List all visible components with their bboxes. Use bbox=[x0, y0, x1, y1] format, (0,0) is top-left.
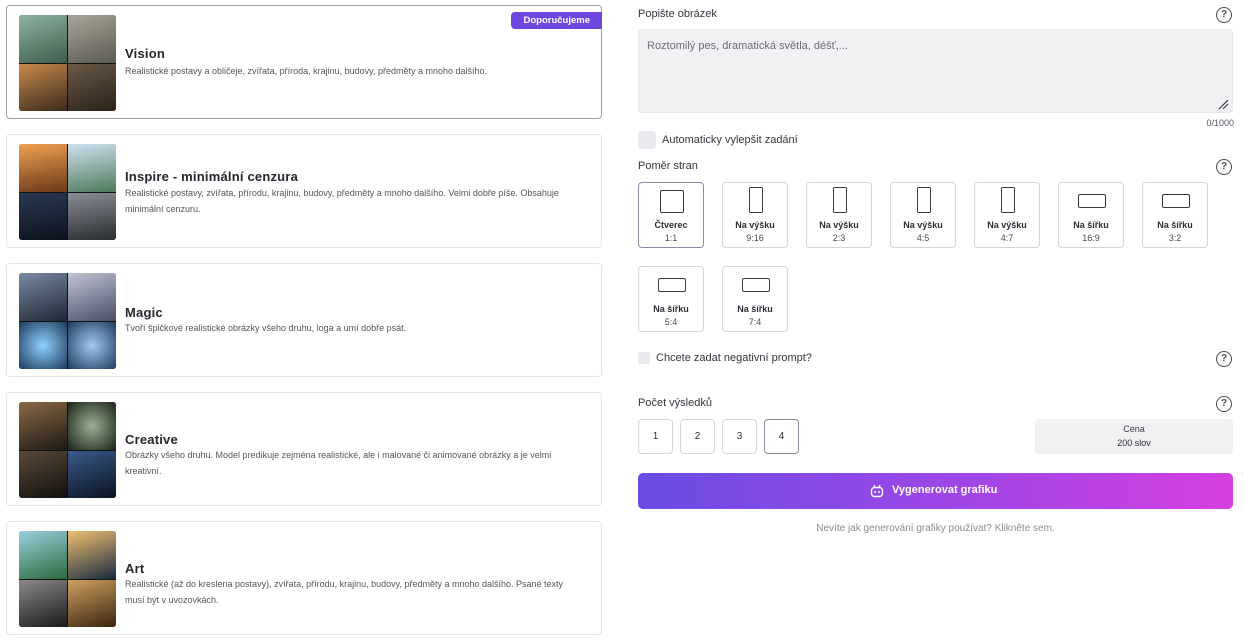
result-count-2[interactable]: 2 bbox=[680, 419, 715, 454]
ratio-value: 4:5 bbox=[916, 233, 930, 243]
model-card-inspire[interactable]: Inspire - minimální cenzura Realistické … bbox=[6, 134, 602, 248]
results-label: Počet výsledků bbox=[638, 397, 712, 409]
results-help-icon[interactable]: ? bbox=[1216, 396, 1232, 412]
model-title: Magic bbox=[125, 305, 163, 320]
model-description: Obrázky všeho druhu. Model predikuje zej… bbox=[125, 450, 552, 476]
prompt-help-icon[interactable]: ? bbox=[1216, 7, 1232, 23]
prompt-input[interactable] bbox=[638, 29, 1233, 113]
ratio-value: 4:7 bbox=[1000, 233, 1014, 243]
ratio-value: 7:4 bbox=[748, 317, 762, 327]
model-title: Art bbox=[125, 561, 145, 576]
ratio-value: 9:16 bbox=[746, 233, 764, 243]
model-description: Realistické postavy a obličeje, zvířata,… bbox=[125, 66, 488, 76]
portrait-icon bbox=[749, 187, 763, 213]
auto-improve-checkbox[interactable] bbox=[638, 131, 656, 149]
character-counter: 0/1000 bbox=[1206, 118, 1234, 128]
price-label: Cena bbox=[1123, 424, 1145, 434]
model-title: Inspire - minimální cenzura bbox=[125, 169, 298, 184]
ratio-value: 2:3 bbox=[832, 233, 846, 243]
robot-icon bbox=[870, 484, 884, 498]
model-description: Tvoří špičkové realistické obrázky všeho… bbox=[125, 323, 407, 333]
ratio-option-7-4[interactable]: Na šířku 7:4 bbox=[722, 266, 788, 332]
ratio-value: 5:4 bbox=[664, 317, 678, 327]
model-title: Creative bbox=[125, 432, 178, 447]
landscape-icon bbox=[658, 278, 686, 292]
ratio-option-9-16[interactable]: Na výšku 9:16 bbox=[722, 182, 788, 248]
portrait-icon bbox=[917, 187, 931, 213]
ratio-value: 3:2 bbox=[1168, 233, 1182, 243]
ratio-option-4-7[interactable]: Na výšku 4:7 bbox=[974, 182, 1040, 248]
negative-prompt-checkbox[interactable] bbox=[638, 352, 650, 364]
ratio-value: 16:9 bbox=[1082, 233, 1100, 243]
landscape-icon bbox=[742, 278, 770, 292]
model-card-art[interactable]: Art Realistické (až do kreslena postavy)… bbox=[6, 521, 602, 635]
model-title: Vision bbox=[125, 46, 165, 61]
ratio-label: Poměr stran bbox=[638, 160, 698, 172]
square-icon bbox=[660, 190, 684, 213]
price-box: Cena 200 slov bbox=[1035, 419, 1233, 454]
ratio-option-2-3[interactable]: Na výšku 2:3 bbox=[806, 182, 872, 248]
ratio-option-16-9[interactable]: Na šířku 16:9 bbox=[1058, 182, 1124, 248]
prompt-label: Popište obrázek bbox=[638, 8, 717, 20]
portrait-icon bbox=[1001, 187, 1015, 213]
model-thumbnail bbox=[19, 402, 116, 498]
ratio-name: Čtverec bbox=[654, 220, 688, 230]
ratio-name: Na šířku bbox=[1073, 220, 1109, 230]
generate-button[interactable]: Vygenerovat grafiku bbox=[638, 473, 1233, 509]
model-card-vision[interactable]: Vision Realistické postavy a obličeje, z… bbox=[6, 5, 602, 119]
model-thumbnail bbox=[19, 144, 116, 240]
landscape-icon bbox=[1162, 194, 1190, 208]
result-count-4[interactable]: 4 bbox=[764, 419, 799, 454]
price-value: 200 slov bbox=[1117, 438, 1151, 448]
auto-improve-label: Automaticky vylepšit zadání bbox=[662, 134, 798, 146]
recommended-badge: Doporučujeme bbox=[511, 12, 602, 29]
ratio-name: Na výšku bbox=[735, 220, 775, 230]
portrait-icon bbox=[833, 187, 847, 213]
ratio-name: Na výšku bbox=[987, 220, 1027, 230]
ratio-name: Na výšku bbox=[819, 220, 859, 230]
ratio-name: Na šířku bbox=[1157, 220, 1193, 230]
result-count-3[interactable]: 3 bbox=[722, 419, 757, 454]
model-card-creative[interactable]: Creative Obrázky všeho druhu. Model pred… bbox=[6, 392, 602, 506]
ratio-name: Na výšku bbox=[903, 220, 943, 230]
generate-button-label: Vygenerovat grafiku bbox=[892, 484, 998, 496]
model-card-magic[interactable]: Magic Tvoří špičkové realistické obrázky… bbox=[6, 263, 602, 377]
model-description: Realistické (až do kreslena postavy), zv… bbox=[125, 579, 564, 605]
ratio-option-5-4[interactable]: Na šířku 5:4 bbox=[638, 266, 704, 332]
negative-prompt-label: Chcete zadat negativní prompt? bbox=[656, 352, 812, 364]
ratio-name: Na šířku bbox=[737, 304, 773, 314]
ratio-name: Na šířku bbox=[653, 304, 689, 314]
ratio-option-1-1[interactable]: Čtverec 1:1 bbox=[638, 182, 704, 248]
ratio-value: 1:1 bbox=[664, 233, 678, 243]
resize-handle-icon[interactable] bbox=[1217, 98, 1229, 110]
ratio-option-3-2[interactable]: Na šířku 3:2 bbox=[1142, 182, 1208, 248]
result-count-1[interactable]: 1 bbox=[638, 419, 673, 454]
ratio-option-4-5[interactable]: Na výšku 4:5 bbox=[890, 182, 956, 248]
help-link[interactable]: Nevíte jak generování grafiky používat? … bbox=[638, 523, 1233, 534]
ratio-help-icon[interactable]: ? bbox=[1216, 159, 1232, 175]
model-description: Realistické postavy, zvířata, přírodu, k… bbox=[125, 188, 559, 214]
model-thumbnail bbox=[19, 273, 116, 369]
landscape-icon bbox=[1078, 194, 1106, 208]
negative-prompt-help-icon[interactable]: ? bbox=[1216, 351, 1232, 367]
model-thumbnail bbox=[19, 15, 116, 111]
model-thumbnail bbox=[19, 531, 116, 627]
